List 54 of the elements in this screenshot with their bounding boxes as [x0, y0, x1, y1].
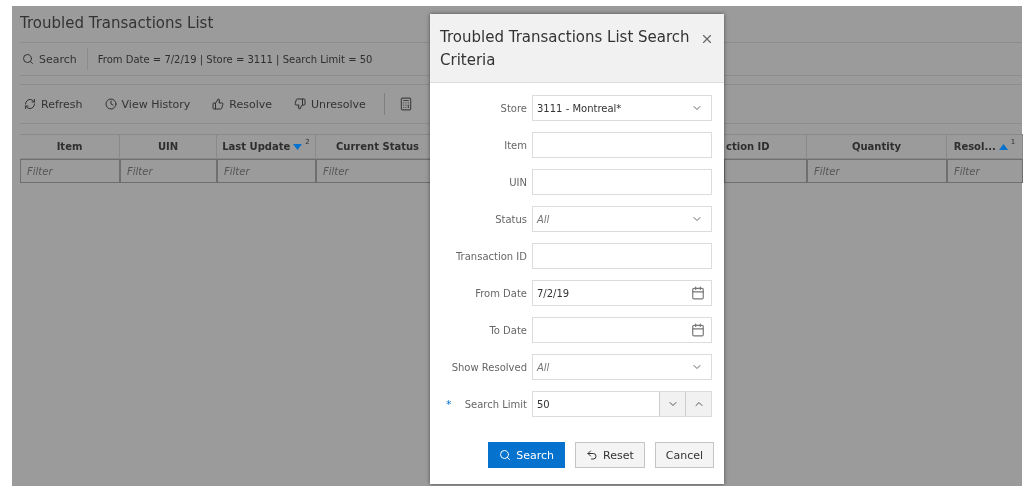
field-label: Search Limit	[464, 398, 527, 410]
sort-ascending-icon	[998, 143, 1008, 150]
input-field[interactable]	[532, 243, 712, 269]
undo-icon	[586, 449, 598, 461]
dropdown-field[interactable]: 3111 - Montreal*	[532, 95, 712, 121]
calculator-icon[interactable]	[398, 97, 413, 111]
column-header[interactable]: Item	[20, 134, 120, 159]
close-icon	[700, 32, 714, 46]
required-mark: *	[445, 397, 452, 411]
decrement-button[interactable]	[659, 392, 685, 416]
column-header[interactable]: Quantity	[807, 134, 947, 159]
field-label: To Date	[489, 324, 527, 336]
filter-field[interactable]: Filter	[947, 159, 1023, 183]
date-field[interactable]: 7/2/19	[532, 280, 712, 306]
filter-field[interactable]: Filter	[20, 159, 120, 183]
sort-descending-icon	[293, 143, 303, 150]
thumbs-down-icon	[294, 98, 306, 110]
field-label: Status	[495, 213, 527, 225]
search-criteria-summary: From Date = 7/2/19 | Store = 3111 | Search Limit = 50	[97, 53, 373, 65]
reset-button[interactable]: Reset	[575, 442, 645, 468]
filter-field[interactable]: Filter	[807, 159, 947, 183]
search-icon	[499, 449, 512, 461]
filter-field[interactable]	[724, 159, 807, 183]
field-label: From Date	[475, 287, 527, 299]
refresh-icon	[24, 98, 36, 110]
search-button[interactable]: Search	[20, 48, 88, 70]
search-icon	[22, 53, 34, 65]
cancel-button[interactable]: Cancel	[654, 442, 714, 468]
resolve-button[interactable]: Resolve	[208, 97, 276, 111]
filter-field[interactable]: Filter	[120, 159, 217, 183]
search-button[interactable]: Search	[488, 442, 565, 468]
page-title: Troubled Transactions List	[20, 14, 214, 34]
increment-button[interactable]	[685, 392, 711, 416]
thumbs-up-icon	[212, 98, 225, 110]
dropdown-field[interactable]: All	[532, 354, 712, 380]
calendar-icon[interactable]	[691, 323, 705, 337]
field-label: Item	[504, 139, 527, 151]
input-field[interactable]	[532, 132, 712, 158]
refresh-button[interactable]: Refresh	[20, 97, 87, 111]
dialog-title: Troubled Transactions List Search Criteria	[440, 27, 691, 71]
filter-field[interactable]: Filter	[217, 159, 316, 183]
input-field[interactable]	[532, 169, 712, 195]
field-label: Transaction ID	[455, 250, 527, 262]
calendar-icon[interactable]	[691, 286, 705, 300]
column-header[interactable]: UIN	[120, 134, 217, 159]
unresolve-button[interactable]: Unresolve	[290, 97, 370, 111]
number-field[interactable]: 50	[532, 391, 712, 417]
history-button[interactable]: View History	[100, 97, 195, 111]
date-field[interactable]	[532, 317, 712, 343]
field-label: Store	[500, 102, 527, 114]
clock-icon	[104, 98, 117, 110]
field-label: Show Resolved	[451, 361, 527, 373]
field-label: UIN	[509, 176, 527, 188]
dropdown-field[interactable]: All	[532, 206, 712, 232]
